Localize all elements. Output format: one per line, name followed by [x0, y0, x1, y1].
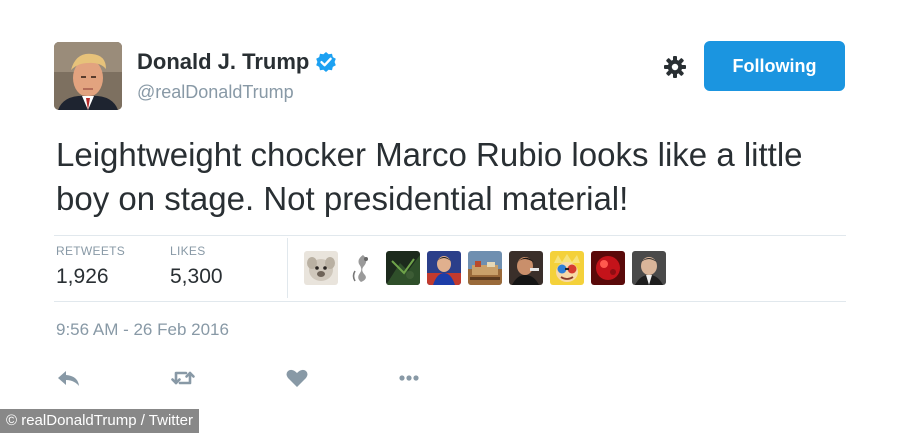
retweets-count: 1,926 — [56, 265, 109, 288]
tweet-text: Leightweight chocker Marco Rubio looks l… — [56, 136, 803, 217]
reply-icon[interactable] — [56, 367, 82, 389]
liker-avatar-4[interactable] — [427, 251, 461, 285]
following-button[interactable]: Following — [704, 41, 845, 91]
user-handle[interactable]: @realDonaldTrump — [137, 81, 294, 103]
liker-avatar-2[interactable] — [345, 251, 379, 285]
tweet-timestamp[interactable]: 9:56 AM - 26 Feb 2016 — [56, 320, 229, 340]
stats-bottom-divider — [54, 301, 846, 302]
likes-count: 5,300 — [170, 265, 223, 288]
liker-avatar-8[interactable] — [591, 251, 625, 285]
stats-separator — [287, 238, 288, 298]
stats-top-divider — [54, 235, 846, 236]
like-icon[interactable] — [284, 367, 310, 389]
gear-icon[interactable] — [663, 55, 687, 79]
liker-avatar-3[interactable] — [386, 251, 420, 285]
image-credit: © realDonaldTrump / Twitter — [0, 409, 199, 433]
liker-avatar-5[interactable] — [468, 251, 502, 285]
liker-avatar-1[interactable] — [304, 251, 338, 285]
more-icon[interactable] — [396, 367, 422, 389]
retweets-stat[interactable]: RETWEETS 1,926 — [56, 244, 125, 289]
liker-avatar-7[interactable] — [550, 251, 584, 285]
verified-badge-icon — [316, 52, 337, 72]
likes-stat[interactable]: LIKES 5,300 — [170, 244, 223, 289]
name-row: Donald J. Trump — [137, 49, 337, 75]
retweet-icon[interactable] — [170, 367, 196, 389]
likes-label: LIKES — [170, 244, 206, 258]
display-name[interactable]: Donald J. Trump — [137, 49, 309, 75]
liker-avatar-9[interactable] — [632, 251, 666, 285]
liker-avatar-6[interactable] — [509, 251, 543, 285]
liker-avatars — [304, 251, 666, 285]
profile-avatar[interactable] — [54, 42, 122, 110]
retweets-label: RETWEETS — [56, 244, 126, 258]
profile-photo — [54, 42, 122, 110]
tweet-card: Donald J. Trump @realDonaldTrump Followi… — [0, 0, 900, 433]
